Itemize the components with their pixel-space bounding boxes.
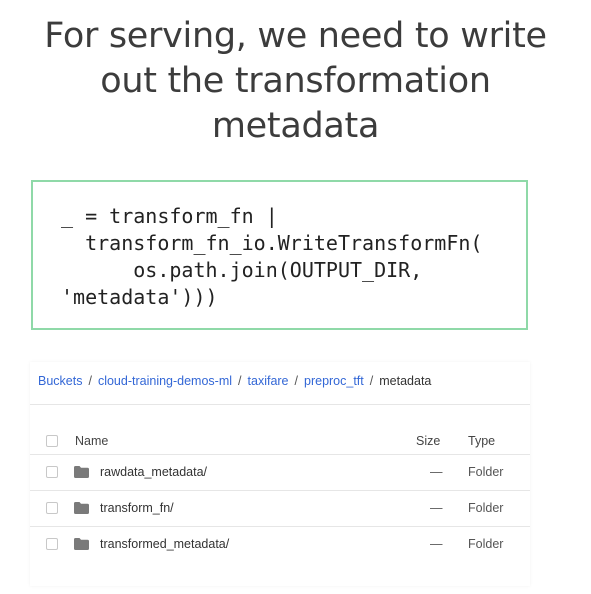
folder-icon — [74, 466, 89, 478]
file-type: Folder — [468, 537, 504, 551]
table-row[interactable]: transformed_metadata/ — Folder — [30, 527, 530, 563]
folder-name-link[interactable]: rawdata_metadata/ — [100, 465, 207, 479]
file-size: — — [430, 465, 443, 479]
breadcrumb-separator: / — [88, 374, 92, 388]
code-block: _ = transform_fn | transform_fn_io.Write… — [61, 203, 482, 311]
row-checkbox[interactable] — [46, 466, 58, 478]
code-box: _ = transform_fn | transform_fn_io.Write… — [31, 180, 528, 330]
code-line-3: os.path.join(OUTPUT_DIR, — [61, 258, 423, 282]
folder-icon — [74, 502, 89, 514]
file-size: — — [430, 501, 443, 515]
row-checkbox[interactable] — [46, 538, 58, 550]
slide-title: For serving, we need to write out the tr… — [0, 14, 591, 149]
file-type: Folder — [468, 465, 504, 479]
storage-browser: Buckets / cloud-training-demos-ml / taxifare… — [30, 362, 530, 586]
breadcrumb-current: metadata — [379, 374, 432, 388]
column-header-type[interactable]: Type — [468, 434, 495, 448]
breadcrumb-cloud-training-demos-ml[interactable]: cloud-training-demos-ml — [98, 374, 232, 388]
breadcrumb-preproc-tft[interactable]: preproc_tft — [304, 374, 364, 388]
column-header-size[interactable]: Size — [416, 434, 440, 448]
breadcrumb-taxifare[interactable]: taxifare — [248, 374, 289, 388]
slide-title-line-1: For serving, we need to write — [44, 16, 547, 56]
file-type: Folder — [468, 501, 504, 515]
folder-name-link[interactable]: transform_fn/ — [100, 501, 174, 515]
folder-name-link[interactable]: transformed_metadata/ — [100, 537, 229, 551]
divider — [30, 404, 530, 405]
slide-title-line-2: out the transformation — [100, 61, 491, 101]
table-row[interactable]: transform_fn/ — Folder — [30, 491, 530, 527]
breadcrumb-separator: / — [369, 374, 374, 388]
breadcrumb: Buckets / cloud-training-demos-ml / taxifare… — [38, 374, 431, 388]
select-all-checkbox[interactable] — [46, 435, 58, 447]
breadcrumb-separator: / — [294, 374, 298, 388]
code-line-4: 'metadata'))) — [61, 285, 218, 309]
folder-icon — [74, 538, 89, 550]
code-line-1: _ = transform_fn | — [61, 204, 278, 228]
breadcrumb-buckets[interactable]: Buckets — [38, 374, 82, 388]
breadcrumb-separator: / — [238, 374, 242, 388]
slide-title-line-3: metadata — [211, 106, 380, 146]
file-size: — — [430, 537, 443, 551]
code-line-2: transform_fn_io.WriteTransformFn( — [61, 231, 483, 255]
column-header-name[interactable]: Name — [75, 434, 108, 448]
table-row[interactable]: rawdata_metadata/ — Folder — [30, 455, 530, 491]
row-checkbox[interactable] — [46, 502, 58, 514]
